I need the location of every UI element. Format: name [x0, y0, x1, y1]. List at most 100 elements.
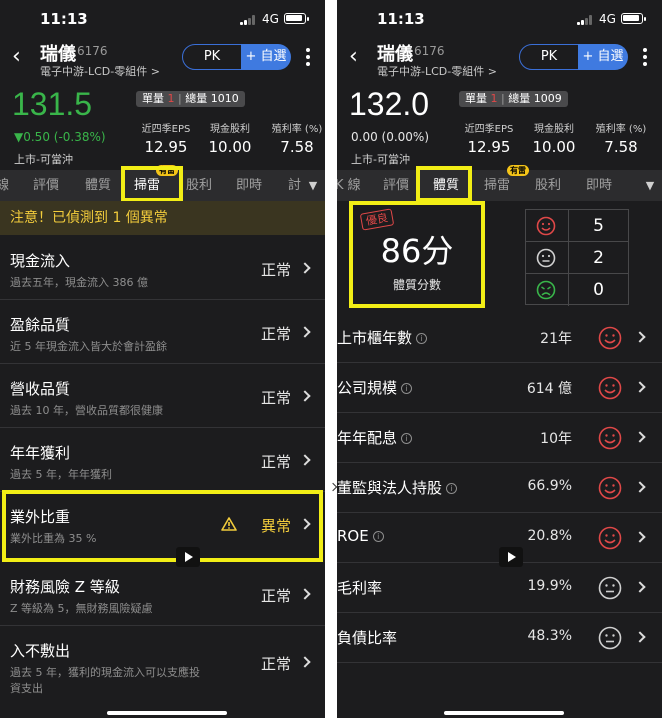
health-row-value: 20.8%	[527, 528, 572, 544]
health-row[interactable]: 上市櫃年數 i 21年	[337, 313, 662, 363]
tab-expand-icon[interactable]: ▼	[301, 170, 325, 201]
chevron-right-icon	[634, 581, 646, 593]
pk-button[interactable]: PK	[519, 44, 579, 70]
health-row-title: 年年配息 i	[337, 427, 413, 448]
battery-icon	[621, 13, 646, 24]
health-score: 86分	[380, 232, 454, 270]
status-text: 正常	[260, 655, 291, 673]
tab-health[interactable]: 體質	[85, 170, 111, 201]
more-menu-icon[interactable]	[305, 46, 311, 68]
metric-cash-dividend: 現金股利 10.00	[532, 124, 576, 156]
health-row[interactable]: 年年配息 i 10年	[337, 413, 662, 463]
price-change: ▼0.50 (-0.38%)	[14, 130, 106, 144]
metric-yield: 殖利率 (%) 7.58	[595, 124, 647, 156]
tab-valuation[interactable]: 評價	[383, 170, 409, 201]
signal-icon	[240, 15, 257, 25]
tab-realtime[interactable]: 即時	[236, 170, 262, 201]
pk-button[interactable]: PK	[182, 44, 242, 70]
health-row[interactable]: 負債比率 48.3%	[337, 613, 662, 663]
volume-badge: 單量 1 | 總量 1009	[459, 91, 568, 107]
highlight-box	[121, 166, 183, 202]
info-icon[interactable]: i	[401, 383, 413, 394]
status-text: 正常	[260, 261, 291, 279]
chevron-right-icon	[634, 431, 646, 443]
health-row-value: 19.9%	[527, 578, 572, 594]
chevron-right-icon	[299, 326, 311, 338]
tab-kline[interactable]: K 線	[337, 170, 361, 201]
tab-dividend[interactable]: 股利	[186, 170, 212, 201]
chevron-right-icon	[634, 381, 646, 393]
health-score-label: 體質分數	[392, 278, 441, 292]
market-type: 上市-可當沖	[14, 153, 73, 166]
health-row[interactable]: 公司規模 i 614 億	[337, 363, 662, 413]
price-change: 0.00 (0.00%)	[351, 130, 430, 144]
stock-price: 131.5	[12, 86, 93, 122]
volume-badge: 單量 1 | 總量 1010	[136, 91, 245, 107]
chevron-right-icon	[299, 454, 311, 466]
health-row-title: ROE i	[337, 527, 384, 545]
list-item[interactable]: 入不敷出 過去 5 年，獲利的現金流入可以支應投 資支出 正常	[0, 626, 325, 716]
home-indicator	[444, 711, 564, 715]
health-row[interactable]: 毛利率 19.9%	[337, 563, 662, 613]
chevron-right-icon	[299, 588, 311, 600]
info-icon[interactable]: i	[446, 483, 458, 494]
network-label: 4G	[599, 12, 616, 26]
network-label: 4G	[262, 12, 279, 26]
panel-separator	[325, 0, 337, 718]
tab-dividend[interactable]: 股利	[535, 170, 561, 201]
tab-realtime[interactable]: 即時	[586, 170, 612, 201]
neutral-face-icon	[598, 626, 622, 650]
status-text: 正常	[260, 325, 291, 343]
info-icon[interactable]: i	[416, 333, 428, 344]
health-row-title: 上市櫃年數 i	[337, 327, 428, 348]
play-icon[interactable]	[499, 547, 523, 567]
health-row-value: 21年	[540, 331, 572, 347]
metric-cash-dividend: 現金股利 10.00	[208, 124, 252, 156]
tab-expand-icon[interactable]: ▼	[638, 170, 662, 201]
left-phone-screen: 11:13 4G ‹ 瑞儀 6176 電子中游-LCD-零組件 > PK + 自…	[0, 0, 325, 718]
back-icon[interactable]: ‹	[12, 46, 28, 68]
back-icon[interactable]: ‹	[349, 46, 365, 68]
tab-discuss[interactable]: 討	[288, 170, 301, 201]
health-row-title: 毛利率	[337, 579, 383, 597]
industry-link[interactable]: 電子中游-LCD-零組件 >	[40, 63, 160, 79]
metric-yield: 殖利率 (%) 7.58	[271, 124, 323, 156]
highlight-box	[2, 490, 323, 562]
status-bar: 11:13 4G	[0, 0, 325, 36]
health-row-title: 負債比率	[337, 629, 398, 647]
info-icon[interactable]: i	[401, 433, 413, 444]
list-item[interactable]: 營收品質 過去 10 年，營收品質都很健康 正常	[0, 364, 325, 428]
smile-face-icon	[598, 426, 622, 450]
info-icon[interactable]: i	[372, 531, 384, 542]
battery-icon	[284, 13, 309, 24]
market-type: 上市-可當沖	[351, 153, 410, 166]
right-phone-screen: 11:13 4G ‹ 瑞儀 6176 電子中游-LCD-零組件 > PK + 自…	[337, 0, 662, 718]
rating-count-table: 5 2 0	[525, 209, 629, 306]
health-row-value: 10年	[540, 431, 572, 447]
status-time: 11:13	[377, 10, 425, 28]
list-item[interactable]: 現金流入 過去五年，現金流入 386 億 正常	[0, 236, 325, 300]
more-menu-icon[interactable]	[642, 46, 648, 68]
health-row-title: 公司規模 i	[337, 377, 413, 398]
chevron-right-icon	[299, 262, 311, 274]
list-item[interactable]: 盈餘品質近 5 年現金流入皆大於會計盈餘 正常	[0, 300, 325, 364]
tab-minesweep[interactable]: 掃雷 有雷	[484, 165, 529, 201]
tab-valuation[interactable]: 評價	[33, 170, 59, 201]
tab-kline[interactable]: 線	[0, 170, 9, 201]
divider	[337, 662, 662, 663]
frown-face-icon	[536, 280, 556, 300]
count-value: 5	[593, 216, 604, 236]
status-text: 正常	[260, 453, 291, 471]
metric-eps: 近四季EPS 12.95	[141, 124, 191, 156]
health-row[interactable]: 董監與法人持股 i 66.9%	[337, 463, 662, 513]
add-watchlist-button[interactable]: + 自選	[241, 44, 291, 70]
highlight-box	[416, 166, 472, 202]
status-text: 正常	[260, 587, 291, 605]
health-row-value: 66.9%	[527, 478, 572, 494]
smile-face-icon	[598, 526, 622, 550]
list-item[interactable]: 財務風險 Z 等級 Z 等級為 5，無財務風險疑慮 正常	[0, 562, 325, 626]
add-watchlist-button[interactable]: + 自選	[578, 44, 628, 70]
alert-banner: 注意！已偵測到 1 個異常	[0, 201, 325, 235]
industry-link[interactable]: 電子中游-LCD-零組件 >	[377, 63, 497, 79]
list-item[interactable]: 年年獲利 過去 5 年，年年獲利 正常	[0, 428, 325, 492]
